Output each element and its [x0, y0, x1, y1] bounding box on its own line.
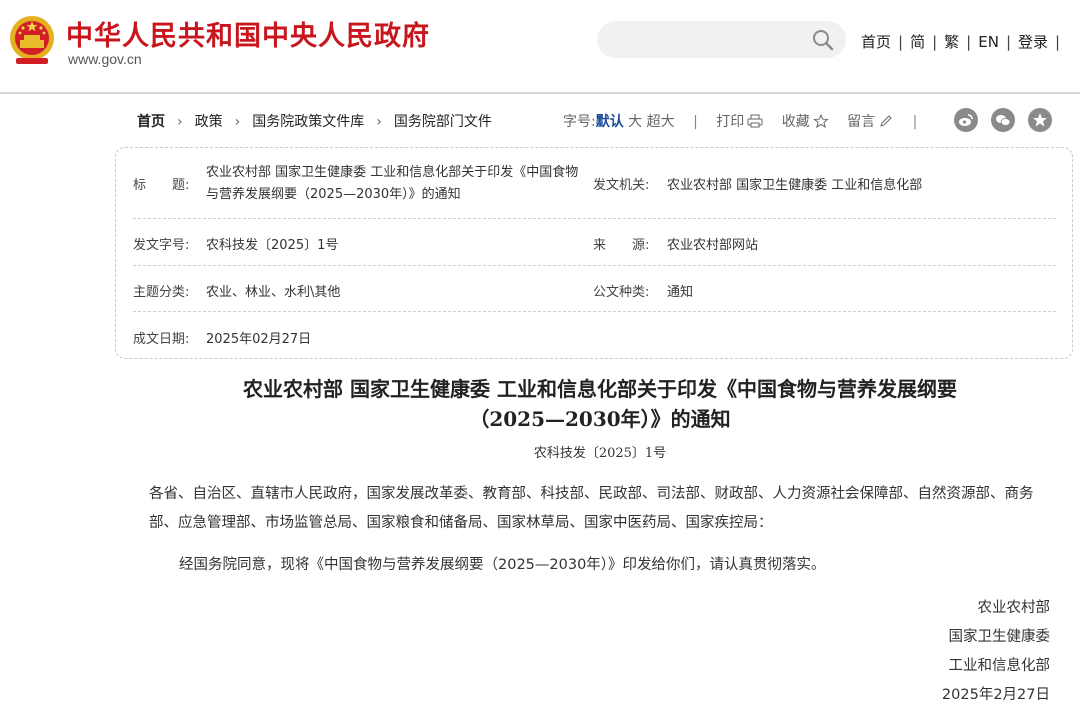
tools-separator: |	[693, 114, 698, 130]
nav-english-link[interactable]: EN	[978, 33, 999, 51]
info-row-date: 成文日期: 2025年02月27日	[133, 312, 1056, 358]
site-title[interactable]: 中华人民共和国中央人民政府	[66, 14, 430, 53]
article-title-line1: 农业农村部 国家卫生健康委 工业和信息化部关于印发《中国食物与营养发展纲要	[243, 377, 957, 401]
font-size-xlarge[interactable]: 超大	[647, 111, 675, 131]
chevron-right-icon: ›	[177, 114, 183, 130]
info-docno-label: 发文字号:	[133, 238, 190, 253]
info-title-label: 标 题:	[133, 178, 190, 193]
info-type-value: 通知	[667, 285, 694, 300]
nav-separator: |	[966, 33, 972, 51]
article-title-line2: （2025—2030年）》的通知	[469, 407, 731, 431]
comment-label: 留言	[847, 114, 876, 130]
search-input[interactable]	[597, 21, 846, 58]
signature-date: 2025年2月27日	[941, 687, 1050, 703]
info-source-label: 来 源:	[593, 238, 650, 253]
article-tools: 字号:默认 大 超大 | 打印 收藏 留言 |	[563, 111, 931, 131]
breadcrumb: 首页 › 政策 › 国务院政策文件库 › 国务院部门文件	[137, 111, 492, 131]
breadcrumb-policy[interactable]: 政策	[195, 114, 223, 130]
info-row-title: 标 题: 农业农村部 国家卫生健康委 工业和信息化部关于印发《中国食物与营养发展…	[133, 158, 1056, 219]
signature-miit: 工业和信息化部	[948, 658, 1051, 674]
wechat-icon[interactable]	[991, 108, 1015, 132]
top-nav: 首页 | 简 | 繁 | EN | 登录 |	[861, 31, 1067, 52]
nav-separator: |	[1055, 33, 1061, 51]
weibo-icon[interactable]	[954, 108, 978, 132]
info-issuer-label: 发文机关:	[593, 178, 650, 193]
info-date-label: 成文日期:	[133, 332, 190, 347]
nav-traditional-link[interactable]: 繁	[944, 31, 959, 52]
print-button[interactable]: 打印	[716, 111, 763, 131]
info-row-docno: 发文字号: 农科技发〔2025〕1号 来 源: 农业农村部网站	[133, 219, 1056, 266]
info-title-value: 农业农村部 国家卫生健康委 工业和信息化部关于印发《中国食物与营养发展纲要（20…	[206, 165, 579, 202]
signature-nhc: 国家卫生健康委	[948, 629, 1051, 645]
nav-separator: |	[932, 33, 938, 51]
print-label: 打印	[716, 114, 745, 130]
article-body: 经国务院同意，现将《中国食物与营养发展纲要（2025—2030年）》印发给你们，…	[179, 557, 826, 573]
chevron-right-icon: ›	[376, 114, 382, 130]
nav-simplified-link[interactable]: 简	[910, 31, 925, 52]
nav-separator: |	[1005, 33, 1011, 51]
info-issuer-value: 农业农村部 国家卫生健康委 工业和信息化部	[667, 178, 923, 193]
signature-moa: 农业农村部	[977, 600, 1051, 616]
favorite-button[interactable]: 收藏	[782, 111, 829, 131]
info-type-label: 公文种类:	[593, 285, 650, 300]
font-size-large[interactable]: 大	[628, 111, 642, 131]
article-doc-number: 农科技发〔2025〕1号	[533, 446, 667, 461]
breadcrumb-dept-docs[interactable]: 国务院部门文件	[394, 114, 492, 130]
info-date-value: 2025年02月27日	[206, 332, 312, 347]
info-category-label: 主题分类:	[133, 285, 190, 300]
info-source-value: 农业农村部网站	[667, 238, 759, 253]
site-header: 中华人民共和国中央人民政府 www.gov.cn 首页 | 简 | 繁 | EN | 登录 |	[0, 0, 1080, 94]
article-recipients: 各省、自治区、直辖市人民政府，国家发展改革委、教育部、科技部、民政部、司法部、财…	[149, 486, 1034, 531]
info-row-category: 主题分类: 农业、林业、水利\其他 公文种类: 通知	[133, 266, 1056, 312]
print-icon	[747, 114, 763, 128]
pencil-icon	[880, 115, 892, 127]
national-emblem[interactable]	[7, 14, 57, 66]
tools-separator: |	[912, 114, 918, 130]
document-info-card: 标 题: 农业农村部 国家卫生健康委 工业和信息化部关于印发《中国食物与营养发展…	[115, 147, 1073, 359]
comment-button[interactable]: 留言	[847, 111, 894, 131]
font-size-default[interactable]: 默认	[596, 111, 624, 131]
star-icon	[812, 114, 829, 128]
info-docno-value: 农科技发〔2025〕1号	[206, 238, 339, 253]
favorite-label: 收藏	[781, 114, 810, 130]
nav-login-link[interactable]: 登录	[1018, 31, 1048, 52]
search-icon[interactable]	[812, 29, 834, 51]
nav-separator: |	[898, 33, 904, 51]
site-url[interactable]: www.gov.cn	[68, 51, 142, 67]
chevron-right-icon: ›	[234, 114, 241, 130]
breadcrumb-policy-library[interactable]: 国务院政策文件库	[252, 114, 364, 130]
info-category-value: 农业、林业、水利\其他	[206, 285, 341, 300]
breadcrumb-home[interactable]: 首页	[137, 114, 165, 130]
nav-home-link[interactable]: 首页	[861, 31, 891, 52]
article-title: 农业农村部 国家卫生健康委 工业和信息化部关于印发《中国食物与营养发展纲要 （2…	[120, 374, 1080, 434]
qzone-icon[interactable]	[1028, 108, 1052, 132]
font-size-label: 字号:	[563, 114, 596, 130]
